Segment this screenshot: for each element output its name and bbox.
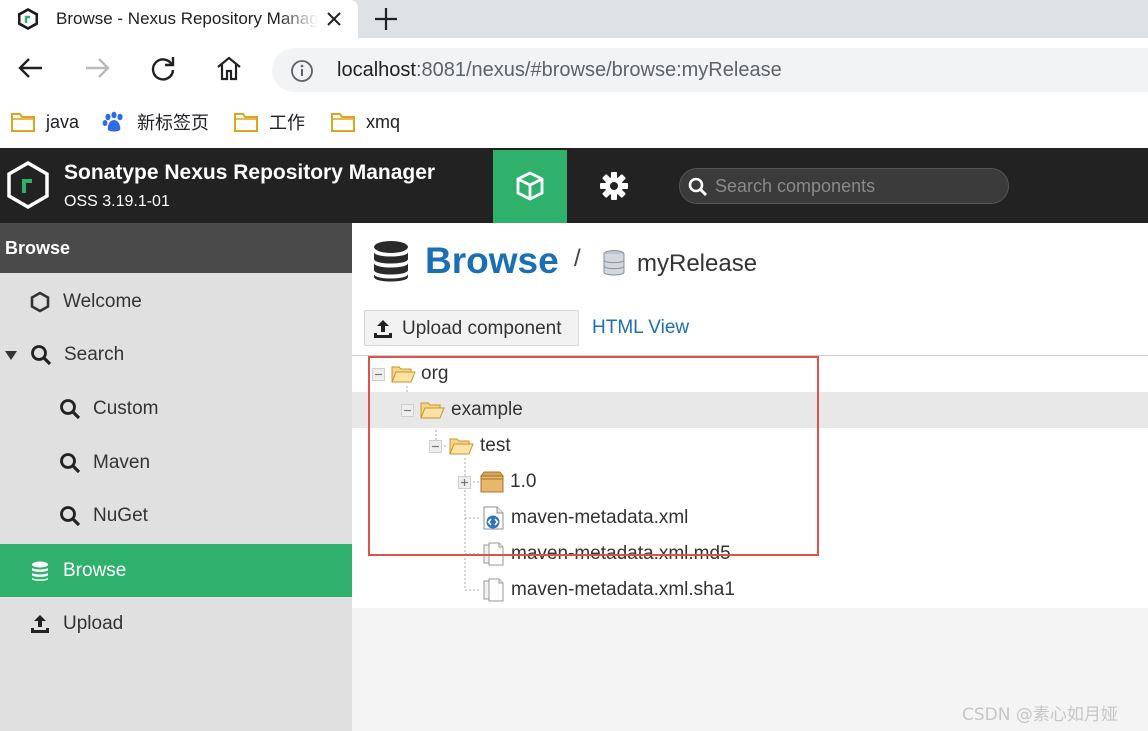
collapse-icon[interactable] bbox=[372, 368, 385, 381]
folder-icon bbox=[11, 113, 35, 132]
sidebar: Browse Welcome Search Custom Maven NuGet… bbox=[0, 223, 352, 731]
sidebar-item-browse[interactable]: Browse bbox=[0, 544, 352, 597]
browser-tab[interactable]: Browse - Nexus Repository Manager bbox=[0, 0, 358, 38]
expand-icon[interactable] bbox=[458, 476, 471, 489]
repository-icon bbox=[603, 250, 625, 276]
nexus-logo-icon[interactable] bbox=[6, 161, 50, 209]
folder-icon bbox=[234, 113, 258, 132]
upload-component-button[interactable]: Upload component bbox=[364, 310, 579, 346]
tree-node-org[interactable]: org bbox=[352, 356, 1148, 392]
tree-node-metadata-md5[interactable]: maven-metadata.xml.md5 bbox=[352, 536, 1148, 572]
tree-node-metadata-xml[interactable]: maven-metadata.xml bbox=[352, 500, 1148, 536]
watermark: CSDN @素心如月娅 bbox=[962, 705, 1118, 725]
folder-open-icon bbox=[420, 402, 445, 419]
breadcrumb-separator: / bbox=[574, 245, 581, 272]
reload-icon[interactable] bbox=[148, 53, 178, 83]
file-icon bbox=[483, 578, 504, 602]
breadcrumb-browse-link[interactable]: Browse bbox=[425, 240, 559, 282]
close-icon[interactable] bbox=[324, 9, 344, 29]
tree-node-example[interactable]: example bbox=[352, 392, 1148, 428]
browser-toolbar: localhost:8081/nexus/#browse/browse:myRe… bbox=[0, 38, 1148, 100]
sidebar-item-search[interactable]: Search bbox=[0, 328, 352, 381]
new-tab-plus-icon[interactable] bbox=[372, 5, 400, 33]
xml-file-icon bbox=[483, 506, 504, 530]
bookmarks-bar: java 新标签页 工作 xmq bbox=[0, 100, 1148, 148]
search-icon bbox=[31, 345, 52, 366]
component-tree: org example test 1.0 maven-metadata.xml … bbox=[352, 356, 1148, 608]
folder-open-icon bbox=[391, 366, 416, 383]
url-text[interactable]: localhost:8081/nexus/#browse/browse:myRe… bbox=[337, 59, 782, 82]
main-panel: Browse / myRelease Upload component HTML… bbox=[352, 223, 1148, 731]
collapse-icon[interactable] bbox=[401, 404, 414, 417]
folder-open-icon bbox=[449, 438, 474, 455]
browse-mode-button[interactable] bbox=[493, 150, 567, 223]
sidebar-item-welcome[interactable]: Welcome bbox=[0, 275, 352, 328]
hexagon-icon bbox=[30, 291, 50, 313]
search-icon bbox=[60, 453, 81, 474]
product-version: OSS 3.19.1-01 bbox=[64, 193, 170, 210]
tab-title: Browse - Nexus Repository Manager bbox=[56, 9, 318, 28]
gear-icon[interactable] bbox=[594, 166, 634, 206]
address-bar[interactable]: localhost:8081/nexus/#browse/browse:myRe… bbox=[272, 48, 1148, 92]
browse-header: Browse / myRelease Upload component HTML… bbox=[352, 223, 1148, 356]
baidu-paw-icon bbox=[102, 111, 123, 132]
search-icon bbox=[688, 177, 708, 197]
search-icon bbox=[60, 506, 81, 527]
tree-node-test[interactable]: test bbox=[352, 428, 1148, 464]
package-icon bbox=[480, 471, 504, 493]
bookmark-new-tab[interactable]: 新标签页 bbox=[101, 108, 209, 136]
breadcrumb-repo-name: myRelease bbox=[637, 250, 758, 277]
nexus-favicon-icon bbox=[18, 8, 38, 30]
tree-node-version[interactable]: 1.0 bbox=[352, 464, 1148, 500]
back-arrow-icon[interactable] bbox=[16, 53, 46, 83]
tree-node-metadata-sha1[interactable]: maven-metadata.xml.sha1 bbox=[352, 572, 1148, 608]
database-icon bbox=[32, 561, 48, 581]
html-view-link[interactable]: HTML View bbox=[592, 317, 689, 339]
sidebar-item-upload[interactable]: Upload bbox=[0, 597, 352, 650]
browser-tab-strip: Browse - Nexus Repository Manager bbox=[0, 0, 1148, 38]
home-icon[interactable] bbox=[214, 53, 244, 83]
bookmark-xmq[interactable]: xmq bbox=[330, 108, 400, 136]
collapse-icon[interactable] bbox=[429, 440, 442, 453]
component-search[interactable] bbox=[679, 168, 1009, 204]
sidebar-item-nuget[interactable]: NuGet bbox=[0, 489, 352, 542]
caret-down-icon[interactable] bbox=[4, 349, 18, 361]
cube-icon bbox=[516, 171, 544, 201]
database-icon bbox=[374, 241, 408, 282]
bookmark-work[interactable]: 工作 bbox=[233, 108, 305, 136]
product-title: Sonatype Nexus Repository Manager bbox=[64, 161, 436, 184]
info-icon[interactable] bbox=[290, 59, 314, 83]
folder-icon bbox=[331, 113, 355, 132]
upload-icon bbox=[374, 320, 392, 338]
nexus-header: Sonatype Nexus Repository Manager OSS 3.… bbox=[0, 148, 1148, 223]
upload-icon bbox=[31, 615, 49, 633]
search-icon bbox=[60, 399, 81, 420]
sidebar-item-maven[interactable]: Maven bbox=[0, 436, 352, 489]
bookmark-java[interactable]: java bbox=[10, 108, 79, 136]
search-components-input[interactable] bbox=[715, 174, 995, 198]
sidebar-heading: Browse bbox=[0, 223, 352, 273]
sidebar-item-custom[interactable]: Custom bbox=[0, 382, 352, 435]
forward-arrow-icon[interactable] bbox=[82, 53, 112, 83]
file-icon bbox=[483, 542, 504, 566]
